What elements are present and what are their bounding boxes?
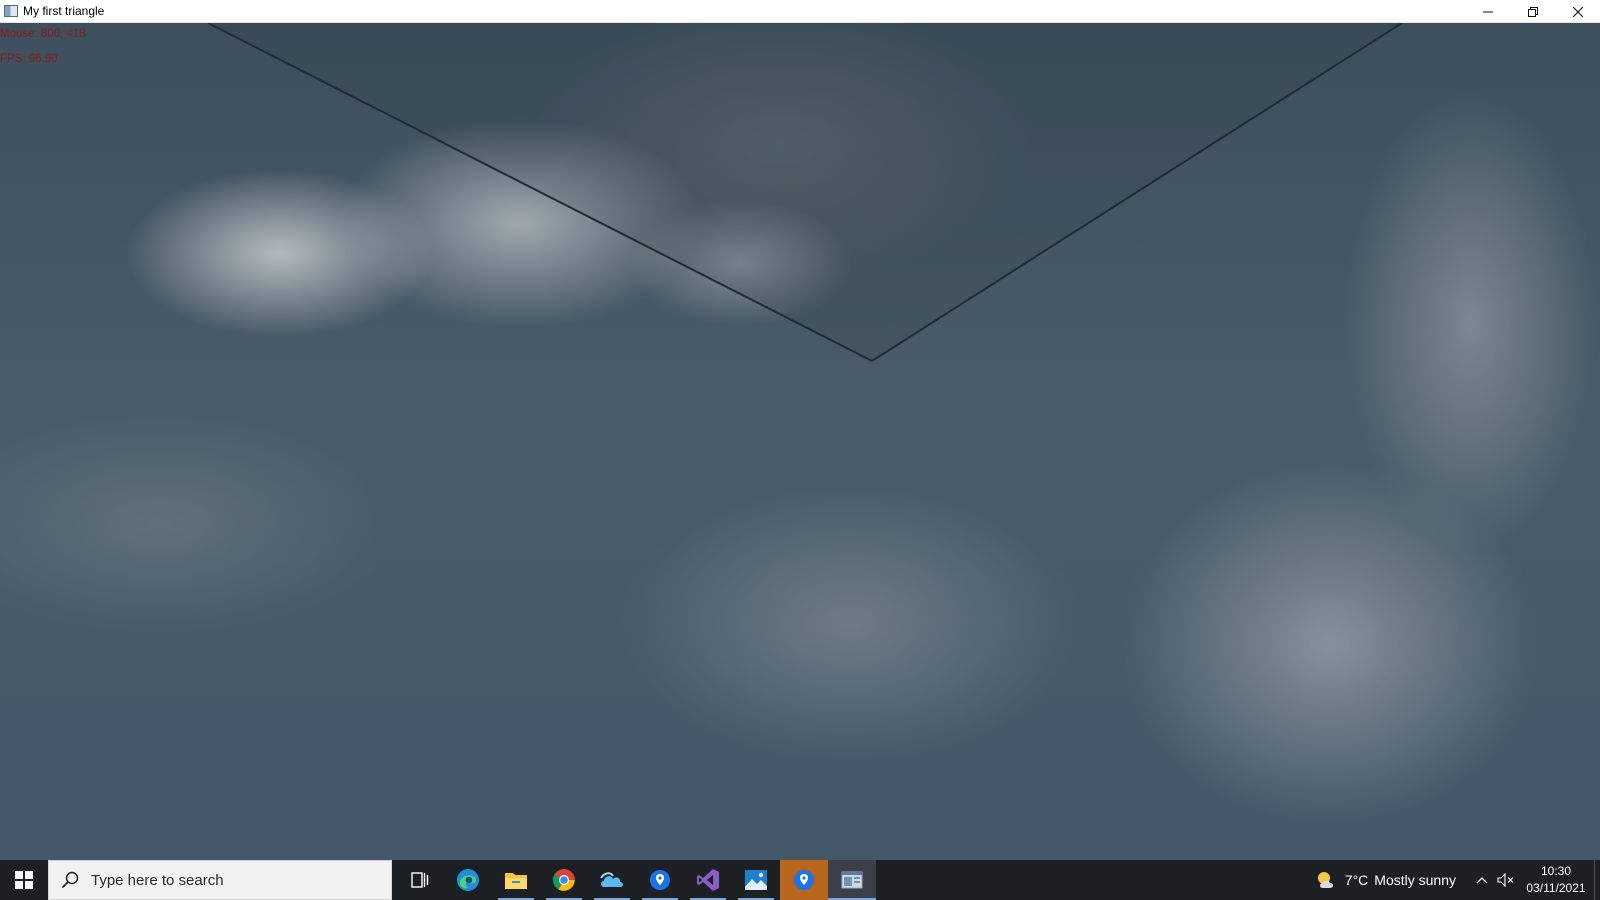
- system-tray: 7°C Mostly sunny 10:30 03/11/2021: [1315, 860, 1600, 900]
- cloud-app-icon: [600, 872, 623, 887]
- fps-readout: FPS: 96.90: [0, 53, 58, 65]
- clock-time: 10:30: [1540, 864, 1572, 878]
- window-title-bar[interactable]: My first triangle: [0, 0, 1600, 23]
- volume-muted-icon: [1497, 873, 1514, 887]
- taskbar-app-photos[interactable]: [732, 860, 780, 900]
- start-button[interactable]: [0, 860, 48, 900]
- minimize-button[interactable]: [1465, 0, 1510, 23]
- volume-button[interactable]: [1494, 873, 1518, 887]
- weather-temperature: 7°C: [1344, 872, 1369, 888]
- edge-icon: [457, 869, 479, 891]
- app-window-icon: [4, 5, 18, 17]
- partly-sunny-icon: [1315, 870, 1337, 890]
- visual-studio-icon: [697, 869, 719, 891]
- window-title: My first triangle: [23, 4, 105, 18]
- triangle-fill: [208, 23, 1402, 361]
- weather-condition: Mostly sunny: [1374, 872, 1456, 888]
- show-hidden-icons-button[interactable]: [1470, 876, 1494, 884]
- clock-date: 03/11/2021: [1526, 881, 1586, 895]
- taskbar: 7°C Mostly sunny 10:30 03/11/2021: [0, 860, 1600, 900]
- taskbar-clock[interactable]: 10:30 03/11/2021: [1526, 863, 1586, 897]
- task-view-icon: [411, 872, 429, 888]
- taskbar-app-file-explorer[interactable]: [492, 860, 540, 900]
- photos-icon: [745, 870, 767, 890]
- windows-start-icon: [15, 871, 33, 889]
- mouse-position-readout: Mouse: 800, 418: [0, 28, 86, 40]
- taskbar-app-location[interactable]: [780, 860, 828, 900]
- chrome-icon: [553, 869, 575, 891]
- taskbar-app-chrome[interactable]: [540, 860, 588, 900]
- close-button[interactable]: [1555, 0, 1600, 23]
- taskbar-app-cloud[interactable]: [588, 860, 636, 900]
- taskbar-app-maps[interactable]: [636, 860, 684, 900]
- task-view-button[interactable]: [396, 860, 444, 900]
- minimize-icon: [1482, 11, 1493, 12]
- triangle-overlay: [207, 23, 1403, 362]
- search-input[interactable]: [89, 870, 373, 890]
- window-controls: [1465, 0, 1600, 23]
- restore-icon: [1527, 6, 1538, 17]
- taskbar-app-triangle-window[interactable]: [828, 860, 876, 900]
- location-app-icon: [794, 870, 814, 890]
- window-app-icon: [841, 871, 863, 889]
- taskbar-search[interactable]: [48, 860, 392, 900]
- weather-widget[interactable]: 7°C Mostly sunny: [1315, 870, 1456, 890]
- show-desktop-button[interactable]: [1594, 860, 1600, 900]
- maps-icon: [650, 870, 670, 890]
- taskbar-app-edge[interactable]: [444, 860, 492, 900]
- render-viewport[interactable]: Mouse: 800, 418 FPS: 96.90: [0, 23, 1600, 860]
- close-icon: [1572, 6, 1583, 17]
- restore-button[interactable]: [1510, 0, 1555, 23]
- file-explorer-icon: [505, 873, 527, 889]
- chevron-up-icon: [1476, 877, 1488, 884]
- search-icon: [61, 871, 79, 889]
- taskbar-app-visual-studio[interactable]: [684, 860, 732, 900]
